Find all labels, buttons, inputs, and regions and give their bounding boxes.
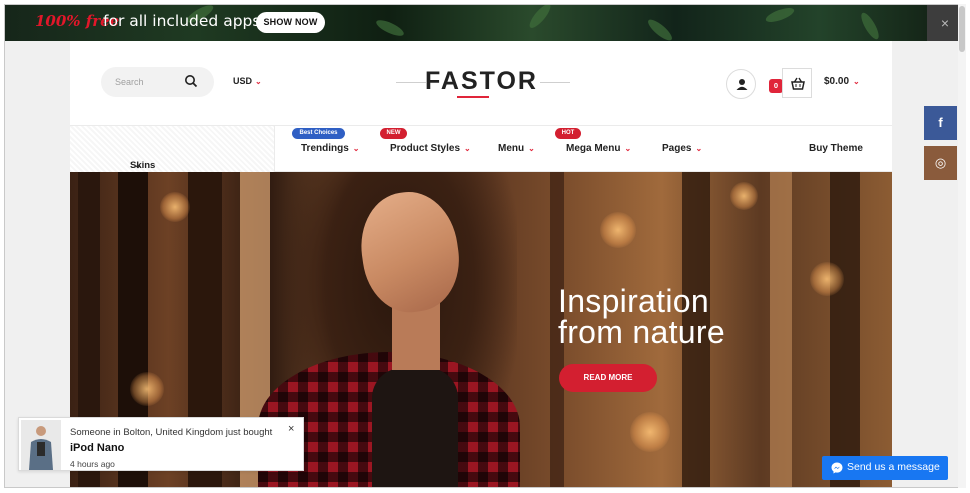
instagram-icon: ◎: [934, 155, 947, 170]
page-scrollbar[interactable]: [958, 4, 966, 488]
leaf-decoration: [526, 5, 554, 31]
inner-shirt: [372, 368, 458, 487]
bokeh-light: [600, 212, 636, 248]
chevron-down-icon: ⌄: [352, 144, 360, 153]
messenger-chat-button[interactable]: Send us a message: [822, 456, 948, 480]
read-more-button[interactable]: READ MORE: [559, 364, 657, 392]
messenger-label: Send us a message: [847, 461, 940, 473]
promo-bar: 100% free for all included apps SHOW NOW…: [5, 5, 963, 41]
search-box[interactable]: [101, 67, 214, 97]
nav-item-label: Product Styles: [390, 143, 461, 154]
chevron-down-icon: ⌄: [255, 77, 262, 86]
site-header: USD⌄ FASTOR 0: [70, 41, 892, 125]
nav-item-mega-menu[interactable]: Mega Menu ⌄: [566, 143, 631, 154]
chevron-down-icon: ⌄: [695, 144, 703, 153]
nav-item-trendings[interactable]: Trendings ⌄: [301, 143, 360, 154]
instagram-share-button[interactable]: ◎: [924, 146, 957, 180]
leaf-decoration: [374, 17, 406, 39]
bokeh-light: [810, 262, 844, 296]
promo-text: for all included apps: [103, 12, 261, 30]
facebook-share-button[interactable]: f: [924, 106, 957, 140]
leaf-decoration: [764, 5, 796, 25]
facebook-icon: f: [938, 115, 943, 130]
notification-time: 4 hours ago: [70, 459, 115, 469]
bokeh-light: [630, 412, 670, 452]
cart-count-badge: 0: [769, 79, 783, 93]
nav-item-label: Pages: [662, 143, 692, 154]
person-photo: [21, 420, 61, 470]
logo-divider: [540, 82, 570, 83]
chevron-down-icon: ⌄: [134, 160, 142, 171]
basket-icon: [791, 77, 805, 90]
site-logo[interactable]: FASTOR: [425, 67, 538, 96]
notification-product[interactable]: iPod Nano: [70, 442, 124, 454]
new-badge: NEW: [380, 128, 407, 139]
currency-selector[interactable]: USD ⌄: [233, 76, 262, 86]
cart-button[interactable]: [782, 68, 812, 98]
best-choices-badge: Best Choices: [292, 128, 345, 139]
currency-label: USD: [233, 76, 253, 86]
nav-item-label: Trendings: [301, 143, 349, 154]
scrollbar-thumb[interactable]: [959, 6, 965, 52]
bokeh-light: [730, 182, 758, 210]
cart-total-amount: $0.00: [824, 76, 850, 87]
sales-notification[interactable]: Someone in Bolton, United Kingdom just b…: [18, 417, 304, 471]
bokeh-light: [160, 192, 190, 222]
user-icon: [736, 79, 748, 90]
logo-accent: [457, 96, 489, 98]
tree-trunk: [830, 172, 860, 487]
cart-total[interactable]: $0.00 ⌄: [824, 76, 860, 87]
logo-divider: [396, 82, 426, 83]
show-now-button[interactable]: SHOW NOW: [256, 12, 325, 33]
chevron-down-icon: ⌄: [624, 144, 632, 153]
close-icon[interactable]: ×: [288, 423, 294, 435]
notification-message: Someone in Bolton, United Kingdom just b…: [70, 427, 273, 438]
leaf-decoration: [645, 16, 675, 41]
bokeh-light: [130, 372, 164, 406]
chevron-down-icon: ⌄: [464, 144, 471, 153]
hero-title: Inspiration from nature: [558, 283, 725, 350]
nav-item-pages[interactable]: Pages ⌄: [662, 143, 702, 154]
messenger-icon: [831, 462, 843, 474]
browser-viewport: 100% free for all included apps SHOW NOW…: [4, 4, 964, 488]
nav-item-product-styles[interactable]: Product Styles ⌄: [390, 143, 471, 154]
buy-theme-link[interactable]: Buy Theme: [809, 143, 863, 154]
hot-badge: HOT: [555, 128, 581, 139]
search-icon[interactable]: [184, 74, 198, 88]
chevron-down-icon: ⌄: [528, 144, 535, 153]
nav-item-label: Menu: [498, 143, 525, 154]
main-navigation: Skins List⌄ Best Choices Trendings⌄ NEW …: [70, 125, 892, 182]
product-thumbnail: [21, 420, 61, 470]
tree-trunk: [770, 172, 792, 487]
nav-item-label: Mega Menu: [566, 143, 621, 154]
nav-item-menu[interactable]: Menu ⌄: [498, 143, 535, 154]
search-input[interactable]: [115, 74, 185, 90]
leaf-decoration: [858, 10, 882, 41]
skins-list-menu[interactable]: Skins List⌄: [70, 126, 275, 182]
chevron-down-icon: ⌄: [853, 77, 860, 86]
account-button[interactable]: [726, 69, 756, 99]
